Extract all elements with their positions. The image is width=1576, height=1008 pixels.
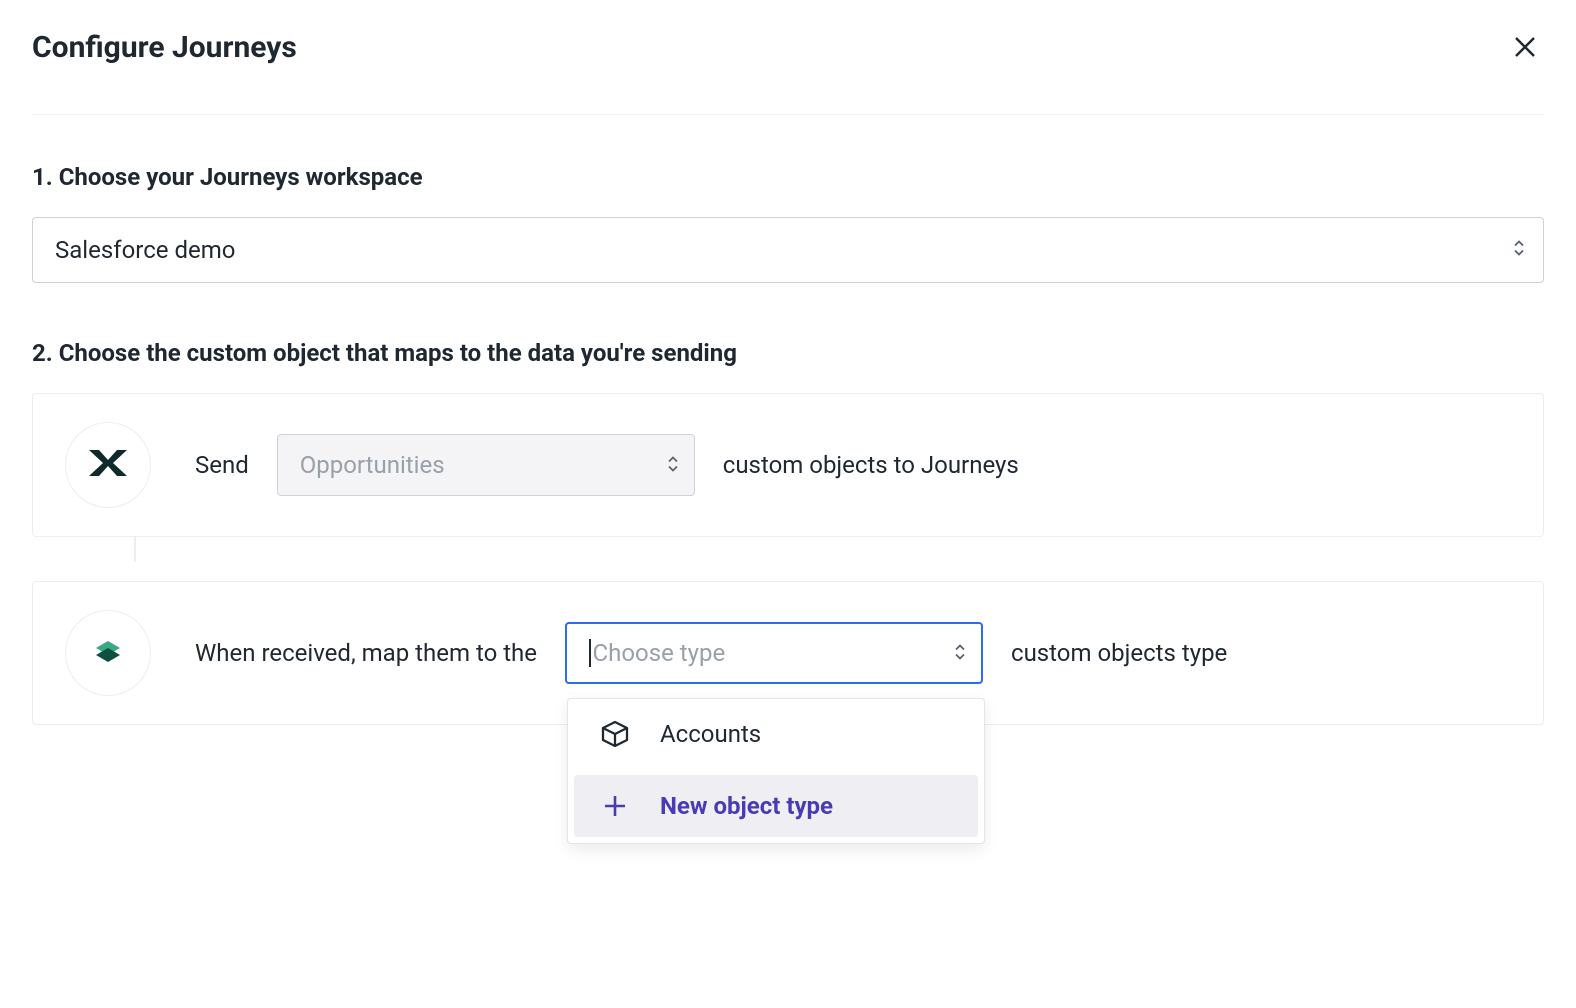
receive-prefix: When received, map them to the bbox=[195, 639, 537, 667]
select-caret-icon bbox=[666, 451, 680, 479]
step-2-heading: 2. Choose the custom object that maps to… bbox=[32, 339, 1544, 367]
modal-header: Configure Journeys bbox=[32, 28, 1544, 115]
cube-icon bbox=[600, 719, 630, 749]
opportunities-select[interactable]: Opportunities bbox=[277, 434, 695, 496]
send-prefix: Send bbox=[195, 451, 249, 479]
step-2-section: 2. Choose the custom object that maps to… bbox=[32, 339, 1544, 725]
destination-logo bbox=[65, 610, 151, 696]
step-1-heading: 1. Choose your Journeys workspace bbox=[32, 163, 1544, 191]
send-suffix: custom objects to Journeys bbox=[723, 451, 1019, 479]
page-title: Configure Journeys bbox=[32, 30, 297, 65]
step-1-section: 1. Choose your Journeys workspace Salesf… bbox=[32, 163, 1544, 283]
dropdown-item-accounts[interactable]: Accounts bbox=[568, 699, 984, 769]
receive-suffix: custom objects type bbox=[1011, 639, 1227, 667]
type-dropdown: Accounts New object type bbox=[567, 698, 985, 844]
close-button[interactable] bbox=[1506, 28, 1544, 66]
close-icon bbox=[1514, 46, 1536, 61]
hex-x-icon bbox=[85, 440, 131, 490]
send-card: Send Opportunities custom objects to Jou… bbox=[32, 393, 1544, 537]
dropdown-item-label: New object type bbox=[660, 792, 833, 820]
workspace-select[interactable]: Salesforce demo bbox=[32, 217, 1544, 283]
dropdown-item-label: Accounts bbox=[660, 720, 761, 748]
workspace-select-value: Salesforce demo bbox=[55, 236, 235, 264]
dropdown-item-new-type[interactable]: New object type bbox=[574, 775, 978, 837]
source-logo bbox=[65, 422, 151, 508]
type-select-placeholder: Choose type bbox=[593, 639, 726, 667]
opportunities-select-placeholder: Opportunities bbox=[300, 451, 445, 479]
plus-icon bbox=[600, 791, 630, 821]
type-select[interactable]: Choose type bbox=[565, 622, 983, 684]
journeys-icon bbox=[85, 628, 131, 678]
connector-arrow bbox=[134, 537, 136, 581]
receive-card: When received, map them to the Choose ty… bbox=[32, 581, 1544, 725]
select-caret-icon bbox=[953, 639, 967, 667]
